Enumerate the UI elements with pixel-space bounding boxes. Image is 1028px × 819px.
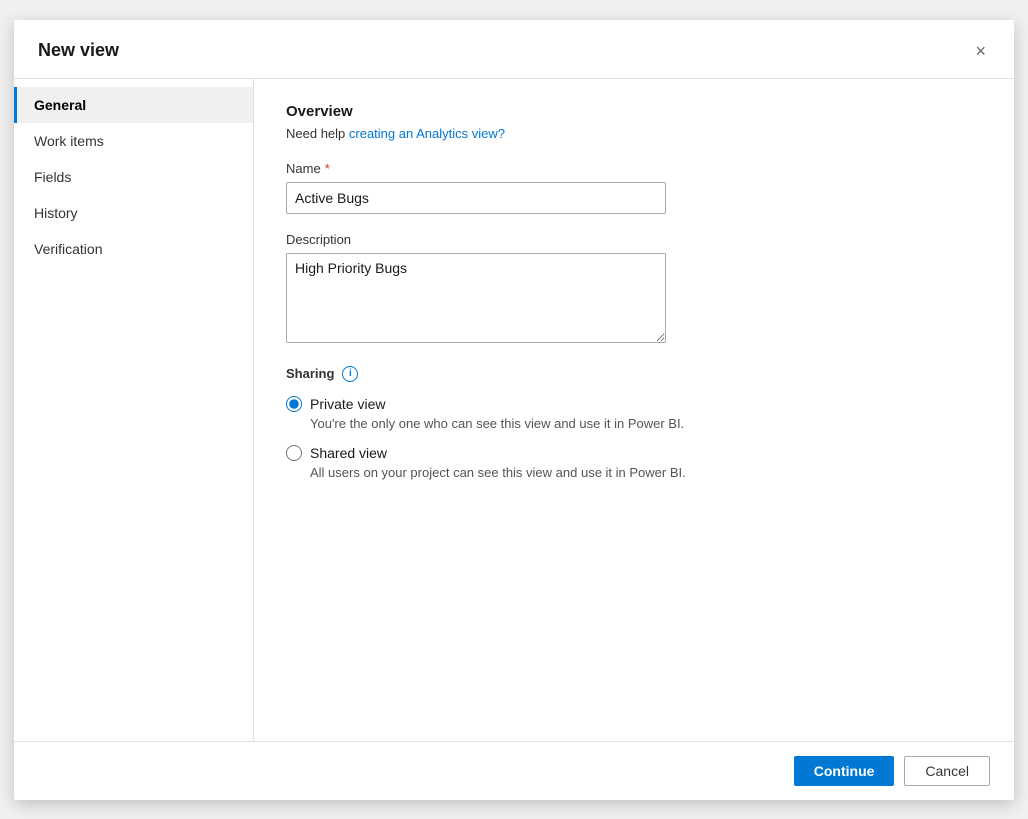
private-view-label[interactable]: Private view: [310, 396, 385, 412]
shared-view-row: Shared view: [286, 445, 982, 461]
close-button[interactable]: ×: [971, 38, 990, 64]
required-star: *: [325, 161, 330, 176]
sidebar-item-general-label: General: [34, 97, 86, 113]
help-prefix: Need help: [286, 126, 349, 141]
name-field-group: Name *: [286, 161, 982, 214]
help-text: Need help creating an Analytics view?: [286, 126, 982, 141]
dialog-body: General Work items Fields History Verifi…: [14, 79, 1014, 741]
sidebar-item-verification[interactable]: Verification: [14, 231, 253, 267]
description-field-group: Description High Priority Bugs: [286, 232, 982, 348]
shared-view-option: Shared view All users on your project ca…: [286, 445, 982, 480]
private-view-desc: You're the only one who can see this vie…: [310, 416, 982, 431]
sharing-title: Sharing: [286, 366, 334, 381]
sidebar-item-fields-label: Fields: [34, 169, 71, 185]
description-input[interactable]: High Priority Bugs: [286, 253, 666, 343]
new-view-dialog: New view × General Work items Fields His…: [14, 20, 1014, 800]
sidebar-item-history[interactable]: History: [14, 195, 253, 231]
sidebar-item-fields[interactable]: Fields: [14, 159, 253, 195]
main-content: Overview Need help creating an Analytics…: [254, 79, 1014, 741]
sharing-group: Sharing i Private view You're the only o…: [286, 366, 982, 480]
sidebar: General Work items Fields History Verifi…: [14, 79, 254, 741]
info-icon[interactable]: i: [342, 366, 358, 382]
sidebar-item-work-items-label: Work items: [34, 133, 104, 149]
dialog-title: New view: [38, 40, 119, 61]
name-label: Name *: [286, 161, 982, 176]
private-radio[interactable]: [286, 396, 302, 412]
private-view-option: Private view You're the only one who can…: [286, 396, 982, 431]
sidebar-item-general[interactable]: General: [14, 87, 253, 123]
sharing-label-row: Sharing i: [286, 366, 982, 382]
sidebar-item-work-items[interactable]: Work items: [14, 123, 253, 159]
name-input[interactable]: [286, 182, 666, 214]
help-link[interactable]: creating an Analytics view?: [349, 126, 505, 141]
section-title: Overview: [286, 103, 982, 120]
shared-view-desc: All users on your project can see this v…: [310, 465, 982, 480]
description-label: Description: [286, 232, 982, 247]
sidebar-item-history-label: History: [34, 205, 78, 221]
continue-button[interactable]: Continue: [794, 756, 895, 786]
cancel-button[interactable]: Cancel: [904, 756, 990, 786]
shared-view-label[interactable]: Shared view: [310, 445, 387, 461]
dialog-footer: Continue Cancel: [14, 741, 1014, 800]
dialog-header: New view ×: [14, 20, 1014, 79]
private-view-row: Private view: [286, 396, 982, 412]
shared-radio[interactable]: [286, 445, 302, 461]
sidebar-item-verification-label: Verification: [34, 241, 102, 257]
